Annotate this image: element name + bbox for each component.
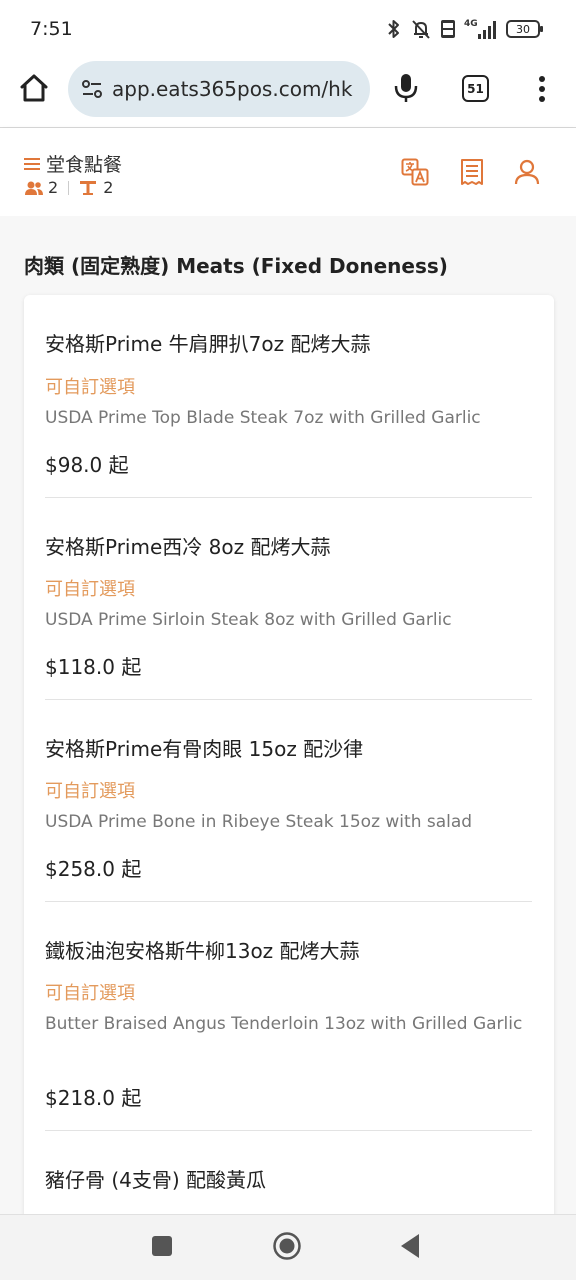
order-type-menu[interactable]: 堂食點餐 (24, 150, 122, 177)
menu-content[interactable]: 肉類 (固定熟度) Meats (Fixed Doneness) 安格斯Prim… (0, 216, 576, 1225)
menu-item[interactable]: 安格斯Prime有骨肉眼 15oz 配沙律 可自訂選項 USDA Prime B… (45, 700, 532, 902)
item-price: $118.0 起 (45, 655, 142, 679)
browser-toolbar: app.eats365pos.com/hk 51 (0, 58, 576, 128)
app-header: 堂食點餐 2 2 (0, 128, 576, 216)
status-bar: 7:51 4G 30 (0, 0, 576, 58)
item-customizable-label: 可自訂選項 (45, 579, 135, 600)
menu-item[interactable]: 豬仔骨 (4支骨) 配酸黃瓜 (45, 1131, 532, 1225)
item-price: $98.0 起 (45, 453, 129, 477)
item-name: 豬仔骨 (4支骨) 配酸黃瓜 (45, 1168, 267, 1192)
url-text[interactable]: app.eats365pos.com/hk (112, 77, 352, 101)
url-bar[interactable]: app.eats365pos.com/hk (68, 61, 370, 117)
signal-4g-icon: 4G (464, 19, 496, 39)
system-nav-bar (0, 1214, 576, 1280)
table-icon (80, 180, 97, 195)
home-icon[interactable] (18, 72, 50, 104)
recents-icon[interactable] (151, 1235, 173, 1257)
back-icon[interactable] (399, 1233, 421, 1259)
menu-item[interactable]: 安格斯Prime西冷 8oz 配烤大蒜 可自訂選項 USDA Prime Sir… (45, 498, 532, 700)
item-name: 安格斯Prime 牛肩胛扒7oz 配烤大蒜 (45, 332, 371, 356)
guests-icon (25, 181, 43, 195)
more-menu-icon[interactable] (534, 74, 550, 104)
bluetooth-icon (388, 20, 399, 38)
item-description: USDA Prime Bone in Ribeye Steak 15oz wit… (45, 812, 473, 832)
tab-switcher-button[interactable]: 51 (462, 75, 489, 102)
guest-count: 2 (48, 178, 59, 197)
item-name: 安格斯Prime有骨肉眼 15oz 配沙律 (45, 737, 364, 761)
user-icon[interactable] (513, 158, 541, 186)
item-price: $258.0 起 (45, 857, 142, 881)
battery-icon: 30 (506, 20, 543, 38)
status-time: 7:51 (30, 18, 73, 40)
item-customizable-label: 可自訂選項 (45, 983, 135, 1004)
status-icons: 4G 30 (386, 16, 543, 42)
item-description: USDA Prime Sirloin Steak 8oz with Grille… (45, 610, 452, 630)
menu-item-list: 安格斯Prime 牛肩胛扒7oz 配烤大蒜 可自訂選項 USDA Prime T… (24, 295, 554, 1225)
section-title: 肉類 (固定熟度) Meats (Fixed Doneness) (24, 254, 448, 278)
site-settings-icon[interactable] (80, 77, 104, 101)
item-price: $218.0 起 (45, 1086, 142, 1110)
microphone-icon[interactable] (392, 72, 420, 104)
home-nav-icon[interactable] (272, 1231, 302, 1261)
item-description: USDA Prime Top Blade Steak 7oz with Gril… (45, 408, 481, 428)
order-type-label: 堂食點餐 (46, 154, 123, 176)
item-description: Butter Braised Angus Tenderloin 13oz wit… (45, 1014, 523, 1034)
item-name: 鐵板油泡安格斯牛柳13oz 配烤大蒜 (45, 939, 360, 963)
item-name: 安格斯Prime西冷 8oz 配烤大蒜 (45, 535, 331, 559)
menu-item[interactable]: 鐵板油泡安格斯牛柳13oz 配烤大蒜 可自訂選項 Butter Braised … (45, 902, 532, 1131)
volte-icon (441, 20, 455, 38)
order-meta: 2 2 (24, 178, 113, 197)
menu-item[interactable]: 安格斯Prime 牛肩胛扒7oz 配烤大蒜 可自訂選項 USDA Prime T… (45, 295, 532, 498)
meta-divider (68, 180, 70, 195)
item-customizable-label: 可自訂選項 (45, 377, 135, 398)
receipt-icon[interactable] (458, 158, 486, 186)
svg-text:4G: 4G (464, 19, 478, 29)
item-customizable-label: 可自訂選項 (45, 781, 135, 802)
tab-count: 51 (467, 81, 484, 96)
hamburger-icon[interactable] (24, 157, 40, 171)
language-icon[interactable] (401, 158, 429, 186)
table-number: 2 (103, 178, 114, 197)
bell-muted-icon (412, 20, 430, 39)
